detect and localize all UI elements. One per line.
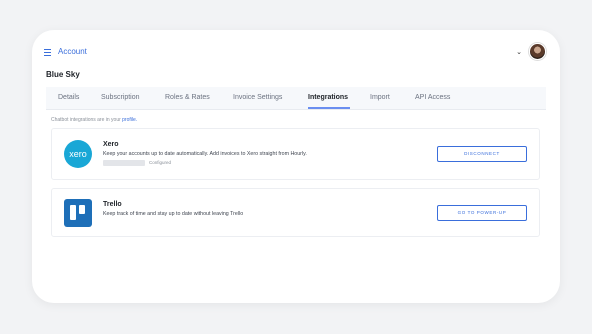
tab-subscription[interactable]: Subscription [101,94,140,101]
account-panel: Account ⌄ Blue Sky Details Subscription … [32,30,560,303]
integration-name: Trello [103,201,122,208]
tab-invoice-settings[interactable]: Invoice Settings [233,94,282,101]
account-title: Account [58,47,87,56]
status-badge [103,160,145,166]
top-bar: Account ⌄ [44,43,548,62]
integration-name: Xero [103,141,119,148]
integration-row-xero: xero Xero Keep your accounts up to date … [51,128,540,180]
company-name: Blue Sky [46,70,80,79]
trello-logo-icon [64,199,92,227]
tab-api-access[interactable]: API Access [415,94,450,101]
tab-roles-rates[interactable]: Roles & Rates [165,94,210,101]
tab-integrations[interactable]: Integrations [308,94,348,101]
avatar[interactable] [529,43,546,60]
chevron-down-icon[interactable]: ⌄ [516,48,522,56]
status-text: Configured [149,160,172,165]
chatbot-note: Chatbot integrations are in your profile… [51,117,137,123]
active-tab-indicator [308,107,350,109]
integration-description: Keep track of time and stay up to date w… [103,211,244,217]
go-to-power-up-button[interactable]: GO TO POWER-UP [437,205,527,221]
menu-icon[interactable] [44,49,51,56]
integration-description: Keep your accounts up to date automatica… [103,151,307,157]
chatbot-note-text: Chatbot integrations are in your [51,117,121,123]
disconnect-button[interactable]: DISCONNECT [437,146,527,162]
xero-logo-icon: xero [64,140,92,168]
tab-import[interactable]: Import [370,94,390,101]
tab-bar: Details Subscription Roles & Rates Invoi… [46,87,546,110]
profile-link[interactable]: profile. [122,117,137,123]
integration-row-trello: Trello Keep track of time and stay up to… [51,188,540,237]
tab-details[interactable]: Details [58,94,79,101]
